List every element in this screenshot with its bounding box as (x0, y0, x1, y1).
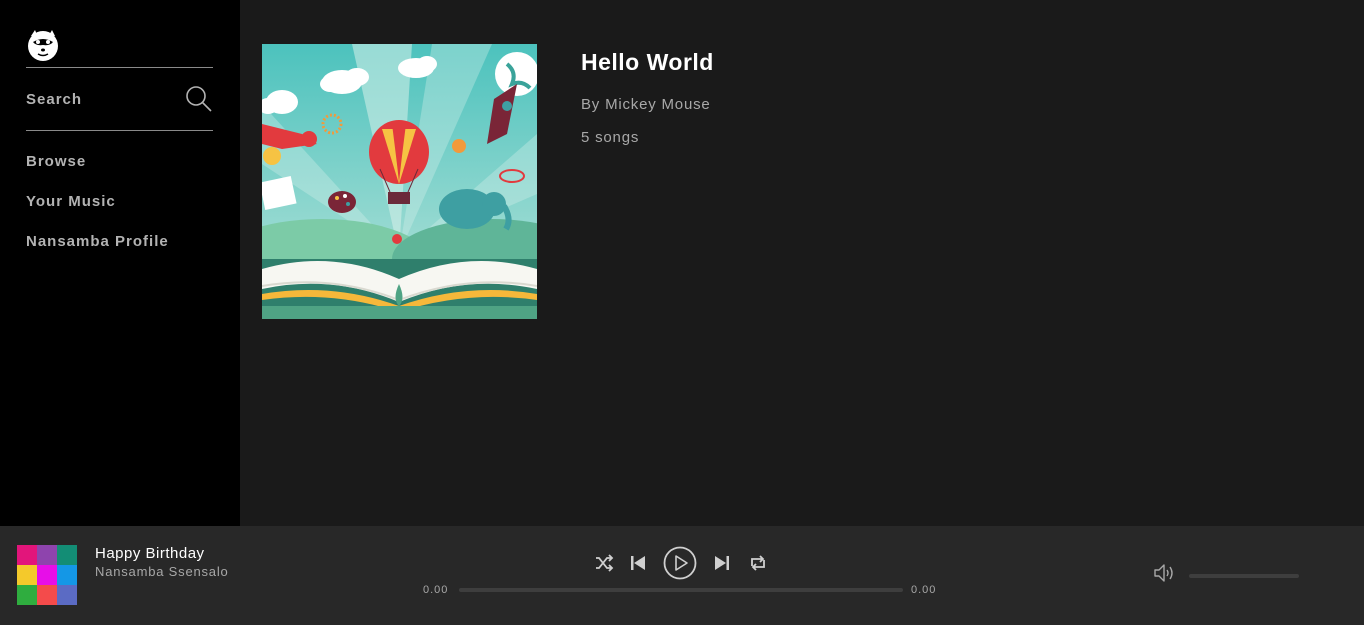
album-title: Hello World (581, 49, 714, 75)
elapsed-time: 0.00 (423, 584, 449, 596)
thumbnail-tile (17, 565, 37, 585)
sidebar-item-profile[interactable]: Nansamba Profile (26, 230, 169, 270)
repeat-icon[interactable] (748, 553, 768, 573)
play-icon[interactable] (663, 546, 697, 580)
thumbnail-tile (37, 565, 57, 585)
total-duration: 0.00 (911, 584, 937, 596)
shuffle-icon[interactable] (594, 553, 614, 573)
thumbnail-tile (37, 545, 57, 565)
playback-controls (590, 546, 770, 580)
volume-slider[interactable] (1189, 574, 1299, 578)
sidebar-nav: Browse Your Music Nansamba Profile (26, 150, 169, 270)
thumbnail-tile (57, 585, 77, 605)
sidebar-divider (26, 67, 213, 68)
search-icon[interactable] (185, 85, 213, 113)
search-label: Search (26, 91, 83, 108)
volume-icon[interactable] (1153, 562, 1175, 584)
main-content: Hello World By Mickey Mouse 5 songs (240, 0, 1364, 526)
app-window: Search Browse Your Music Nansamba Profil… (0, 0, 1364, 625)
thumbnail-tile (17, 585, 37, 605)
app-logo-icon[interactable] (26, 28, 60, 62)
now-playing-artist[interactable]: Nansamba Ssensalo (95, 564, 229, 579)
album-song-count: 5 songs (581, 129, 640, 146)
progress-bar[interactable] (459, 588, 903, 592)
thumbnail-tile (57, 545, 77, 565)
now-playing-thumbnail[interactable] (17, 545, 77, 605)
previous-icon[interactable] (630, 555, 646, 571)
search-button[interactable]: Search (26, 82, 213, 116)
album-artist[interactable]: By Mickey Mouse (581, 96, 711, 113)
now-playing-title[interactable]: Happy Birthday (95, 545, 205, 562)
thumbnail-tile (37, 585, 57, 605)
player-bar: Happy Birthday Nansamba Ssensalo 0.00 0.… (0, 526, 1364, 625)
thumbnail-tile (57, 565, 77, 585)
next-icon[interactable] (714, 555, 730, 571)
sidebar-divider (26, 130, 213, 131)
sidebar-item-your-music[interactable]: Your Music (26, 190, 169, 230)
sidebar-item-browse[interactable]: Browse (26, 150, 169, 190)
sidebar: Search Browse Your Music Nansamba Profil… (0, 0, 240, 526)
album-cover-image[interactable] (262, 44, 537, 319)
thumbnail-tile (17, 545, 37, 565)
